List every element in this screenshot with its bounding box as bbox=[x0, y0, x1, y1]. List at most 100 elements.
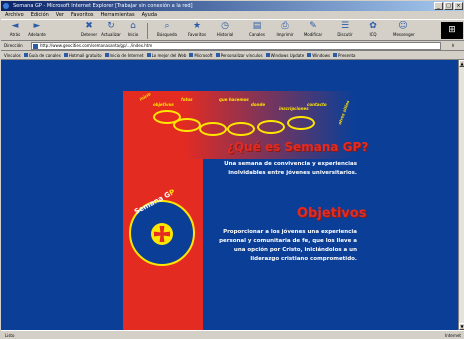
window-controls: _ □ × bbox=[434, 2, 463, 10]
forward-button[interactable]: ► Adelante bbox=[27, 21, 47, 40]
menu-archivo[interactable]: Archivo bbox=[5, 11, 24, 19]
nav-link-inscripciones[interactable]: inscripciones bbox=[279, 106, 309, 111]
link-icon bbox=[189, 53, 194, 57]
menu-ver[interactable]: Ver bbox=[56, 11, 64, 19]
link-icon bbox=[333, 53, 338, 57]
icq-button[interactable]: ✿ ICQ bbox=[363, 21, 383, 40]
channels-label: Canales bbox=[249, 32, 265, 37]
menu-herramientas[interactable]: Herramientas bbox=[101, 11, 135, 19]
home-label: Inicio bbox=[127, 32, 139, 37]
go-button[interactable]: Ir bbox=[443, 42, 463, 50]
favorites-label: Favoritos bbox=[187, 32, 207, 37]
address-url: http://www.geocities.com/semanasanta/gp/… bbox=[40, 43, 153, 48]
title-bar: Semana GP - Microsoft Internet Explorer … bbox=[1, 1, 464, 11]
link-item[interactable]: Personalizar vínculos bbox=[215, 52, 263, 58]
menu-ayuda[interactable]: Ayuda bbox=[142, 11, 157, 19]
search-icon: ⌕ bbox=[164, 21, 170, 31]
print-button[interactable]: ⎙ Imprimir bbox=[275, 21, 295, 40]
link-icon bbox=[307, 53, 312, 57]
security-zone: Internet bbox=[445, 333, 461, 338]
nav-link-objetivos[interactable]: objetivos bbox=[153, 102, 174, 107]
history-button[interactable]: ◷ Historial bbox=[215, 21, 235, 40]
link-item[interactable]: Windows Update bbox=[265, 52, 305, 58]
link-item[interactable]: Presenta bbox=[333, 53, 356, 58]
nav-ring[interactable] bbox=[287, 116, 315, 130]
refresh-icon: ↻ bbox=[107, 21, 115, 31]
icq-icon: ✿ bbox=[369, 21, 377, 31]
browser-window: Semana GP - Microsoft Internet Explorer … bbox=[0, 0, 464, 339]
nav-link-fotos[interactable]: fotos bbox=[181, 97, 193, 102]
edit-icon: ✎ bbox=[309, 21, 317, 31]
address-label: Dirección bbox=[4, 43, 23, 48]
refresh-label: Actualizar bbox=[101, 32, 121, 37]
link-item[interactable]: Inicio de Internet bbox=[104, 52, 144, 58]
link-label: Windows Update bbox=[270, 52, 305, 58]
forward-arrow-icon: ► bbox=[33, 21, 41, 31]
nav-ring[interactable] bbox=[227, 122, 255, 136]
icq-label: ICQ bbox=[369, 32, 377, 37]
link-label: Personalizar vínculos bbox=[220, 52, 263, 58]
link-label: Guía de canales bbox=[28, 52, 61, 58]
favorites-button[interactable]: ★ Favoritos bbox=[187, 21, 207, 40]
stop-button[interactable]: ✖ Detener bbox=[79, 21, 99, 40]
link-label: Lo mejor del Web bbox=[151, 52, 187, 58]
page-viewport: inicio objetivos fotos que hacemos donde… bbox=[1, 60, 458, 330]
channels-icon: ▤ bbox=[252, 21, 262, 31]
edit-label: Modificar bbox=[303, 32, 323, 37]
nav-ring[interactable] bbox=[173, 118, 201, 132]
back-button[interactable]: ◄ Atrás bbox=[5, 21, 25, 40]
link-icon bbox=[23, 53, 28, 57]
heading-objetivos: Objetivos bbox=[297, 206, 367, 221]
scroll-up-icon[interactable]: ▲ bbox=[459, 60, 464, 67]
nav-ring[interactable] bbox=[199, 122, 227, 136]
link-icon bbox=[146, 53, 151, 57]
address-input[interactable]: http://www.geocities.com/semanasanta/gp/… bbox=[31, 42, 441, 50]
minimize-button[interactable]: _ bbox=[434, 2, 443, 10]
link-item[interactable]: Guía de canales bbox=[23, 52, 61, 58]
link-item[interactable]: Windows bbox=[307, 53, 330, 58]
nav-link-que-hacemos[interactable]: que hacemos bbox=[219, 97, 249, 102]
paragraph-objetivos: Proporcionar a los jóvenes una experienc… bbox=[219, 229, 357, 262]
link-label: Microsoft bbox=[194, 52, 213, 58]
edit-button[interactable]: ✎ Modificar bbox=[303, 21, 323, 40]
links-label: Vínculos bbox=[4, 52, 21, 58]
search-label: Búsqueda bbox=[157, 32, 177, 37]
print-icon: ⎙ bbox=[281, 21, 289, 31]
address-bar: Dirección http://www.geocities.com/seman… bbox=[1, 41, 464, 51]
nav-link-contacto[interactable]: contacto bbox=[307, 102, 327, 107]
refresh-button[interactable]: ↻ Actualizar bbox=[101, 21, 121, 40]
discuss-button[interactable]: ☰ Discutir bbox=[335, 21, 355, 40]
link-label: Windows bbox=[312, 52, 331, 58]
messenger-button[interactable]: ☺ Messenger bbox=[393, 21, 415, 40]
link-item[interactable]: Hotmail gratuito bbox=[63, 53, 102, 58]
channels-button[interactable]: ▤ Canales bbox=[247, 21, 267, 40]
link-icon bbox=[215, 53, 220, 57]
internet-explorer-icon bbox=[3, 3, 9, 9]
menu-edicion[interactable]: Edición bbox=[31, 11, 49, 19]
history-label: Historial bbox=[216, 32, 234, 37]
history-icon: ◷ bbox=[221, 21, 229, 31]
menu-bar: Archivo Edición Ver Favoritos Herramient… bbox=[1, 11, 464, 19]
link-label: Inicio de Internet bbox=[109, 52, 144, 58]
links-bar: Vínculos Guía de canales Hotmail gratuit… bbox=[1, 51, 464, 60]
link-icon bbox=[265, 53, 270, 57]
home-button[interactable]: ⌂ Inicio bbox=[123, 21, 143, 40]
windows-logo-icon: ⊞ bbox=[441, 22, 463, 39]
scroll-down-icon[interactable]: ▼ bbox=[459, 323, 464, 330]
nav-link-donde[interactable]: donde bbox=[251, 102, 265, 107]
messenger-label: Messenger bbox=[393, 32, 415, 37]
vertical-scrollbar[interactable]: ▲ ▼ bbox=[458, 60, 464, 330]
print-label: Imprimir bbox=[276, 32, 294, 37]
link-item[interactable]: Lo mejor del Web bbox=[146, 52, 187, 58]
messenger-icon: ☺ bbox=[398, 21, 408, 31]
menu-favoritos[interactable]: Favoritos bbox=[71, 11, 94, 19]
link-item[interactable]: Microsoft bbox=[189, 52, 213, 58]
status-bar: Listo Internet bbox=[1, 330, 464, 339]
status-text: Listo bbox=[5, 333, 15, 338]
nav-ring[interactable] bbox=[257, 120, 285, 134]
heading-que-es: ¿Qué es Semana GP? bbox=[227, 140, 369, 154]
close-button[interactable]: × bbox=[454, 2, 463, 10]
back-arrow-icon: ◄ bbox=[11, 21, 19, 31]
search-button[interactable]: ⌕ Búsqueda bbox=[157, 21, 177, 40]
maximize-button[interactable]: □ bbox=[444, 2, 453, 10]
